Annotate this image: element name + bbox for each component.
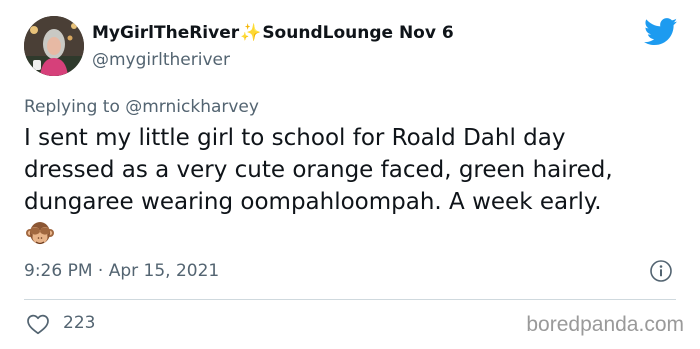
divider: [24, 299, 676, 300]
tweet-text-line: dungaree wearing oompahloompah. A week e…: [24, 189, 602, 215]
author-handle[interactable]: @mygirltheriver: [92, 50, 230, 70]
reply-context: Replying to @mrnickharvey: [24, 97, 259, 117]
timestamp-separator: ·: [97, 261, 104, 281]
author-display-name[interactable]: MyGirlTheRiver✨SoundLounge Nov 6: [92, 23, 454, 43]
tweet-timestamp[interactable]: 9:26 PM · Apr 15, 2021: [24, 261, 219, 281]
author-name-part2: SoundLounge: [262, 23, 394, 43]
tweet-date[interactable]: Nov 6: [399, 23, 454, 43]
author-name-part1: MyGirlTheRiver: [92, 23, 240, 43]
reply-prefix: Replying to: [24, 97, 120, 117]
like-count[interactable]: 223: [63, 313, 95, 333]
tweet-card: MyGirlTheRiver✨SoundLounge Nov 6 @mygirl…: [0, 0, 700, 349]
twitter-bird-icon[interactable]: [644, 18, 678, 46]
tweet-text-line: dressed as a very cute orange faced, gre…: [24, 157, 613, 183]
reply-handle[interactable]: @mrnickharvey: [125, 97, 259, 117]
watermark: boredpanda.com: [526, 313, 684, 336]
heart-icon[interactable]: [26, 313, 50, 335]
avatar[interactable]: [24, 16, 84, 76]
see-no-evil-monkey-icon: [26, 222, 54, 245]
tweet-full-date: Apr 15, 2021: [108, 261, 220, 281]
sparkle-icon: ✨: [240, 23, 262, 43]
tweet-text: I sent my little girl to school for Roal…: [24, 122, 684, 218]
avatar-photo-icon: [24, 16, 84, 76]
tweet-time: 9:26 PM: [24, 261, 93, 281]
tweet-text-line: I sent my little girl to school for Roal…: [24, 125, 566, 151]
info-icon[interactable]: [649, 259, 673, 283]
